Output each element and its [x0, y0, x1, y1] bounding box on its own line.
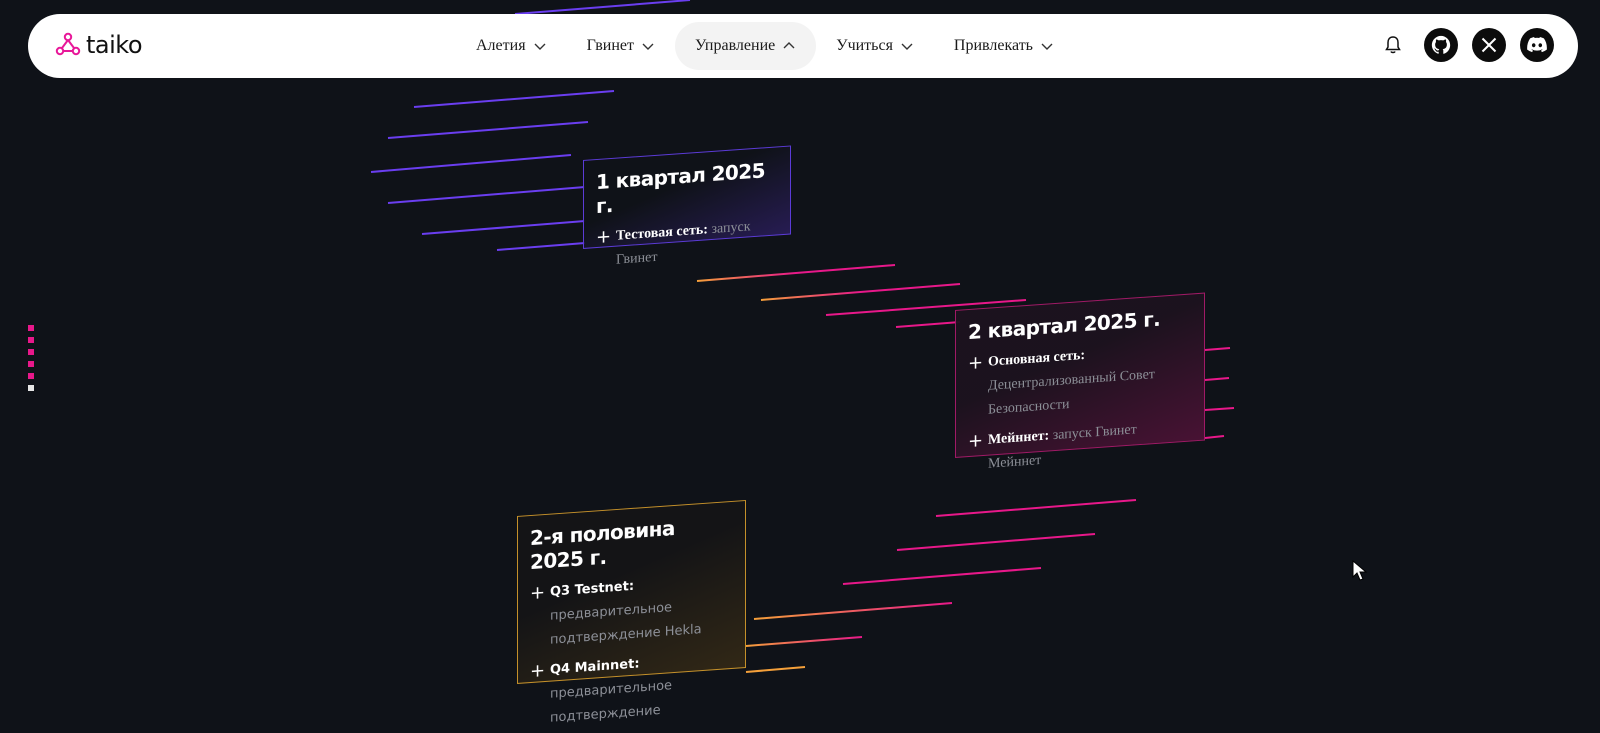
card-item: + Основная сеть: Децентрализованный Сове… [968, 336, 1192, 424]
card-item-text: предварительное подтверждение Hekla [550, 600, 702, 648]
brand-name: taiko [86, 31, 143, 59]
roadmap-card-h2: 2-я половина 2025 г. + Q3 Testnet: предв… [517, 499, 746, 726]
menu-item-gwyneth[interactable]: Гвинет [567, 22, 675, 70]
chevron-down-icon [642, 43, 654, 50]
card-item-bold: Q4 Mainnet: [550, 656, 640, 678]
roadmap-card-q1: 1 квартал 2025 г. + Тестовая сеть: запус… [583, 145, 791, 268]
chevron-down-icon [534, 43, 546, 50]
taiko-logo[interactable]: taiko [54, 31, 143, 59]
card-item: + Q4 Mainnet: предварительное подтвержде… [530, 646, 733, 732]
chevron-up-icon [783, 42, 795, 49]
menu-item-label: Учиться [836, 37, 893, 54]
card-item-bold: Мейннет: [988, 428, 1050, 448]
chevron-down-icon [901, 43, 913, 50]
top-navbar: taiko Алетия Гвинет Управление Учиться П… [28, 14, 1578, 78]
progress-dot[interactable] [28, 373, 34, 379]
card-item-bold: Q3 Testnet: [550, 578, 635, 600]
card-item-text: предварительное подтверждение [550, 678, 673, 726]
card-item: + Q3 Testnet: предварительное подтвержде… [530, 568, 733, 654]
menu-item-learn[interactable]: Учиться [816, 22, 934, 70]
plus-icon: + [968, 430, 984, 453]
menu-item-governance[interactable]: Управление [674, 22, 817, 70]
menu-item-label: Привлекать [953, 37, 1033, 54]
roadmap-card-q2: 2 квартал 2025 г. + Основная сеть: Децен… [955, 292, 1205, 472]
chevron-down-icon [1041, 43, 1053, 50]
nav-icons [1376, 28, 1554, 62]
menu-item-label: Алетия [476, 37, 526, 54]
decorative-lines [370, 0, 1235, 673]
progress-dot[interactable] [28, 337, 34, 343]
x-icon[interactable] [1472, 28, 1506, 62]
section-progress-dots [28, 325, 34, 391]
card-item-text: Децентрализованный Совет Безопасности [988, 367, 1155, 418]
plus-icon: + [530, 582, 546, 605]
card-item-bold: Основная сеть: [988, 347, 1086, 370]
menu-item-label: Управление [694, 37, 776, 54]
main-menu: Алетия Гвинет Управление Учиться Привлек… [456, 22, 1074, 70]
menu-item-label: Гвинет [586, 37, 634, 54]
plus-icon: + [968, 352, 984, 375]
menu-item-aletia[interactable]: Алетия [456, 22, 567, 70]
discord-icon[interactable] [1520, 28, 1554, 62]
progress-dot-current[interactable] [28, 385, 34, 391]
mouse-cursor-icon [1352, 560, 1368, 581]
plus-icon: + [530, 660, 546, 683]
menu-item-engage[interactable]: Привлекать [934, 22, 1074, 70]
bell-icon[interactable] [1376, 28, 1410, 62]
progress-dot[interactable] [28, 349, 34, 355]
card-item-text: запуск Гвинет Мейннет [988, 422, 1137, 472]
plus-icon: + [596, 226, 612, 249]
progress-dot[interactable] [28, 361, 34, 367]
github-icon[interactable] [1424, 28, 1458, 62]
card-title: 2-я половина 2025 г. [530, 515, 675, 575]
progress-dot[interactable] [28, 325, 34, 331]
taiko-logo-icon [55, 32, 81, 56]
card-title: 1 квартал 2025 г. [596, 158, 765, 219]
card-item-bold: Тестовая сеть: [616, 222, 708, 244]
